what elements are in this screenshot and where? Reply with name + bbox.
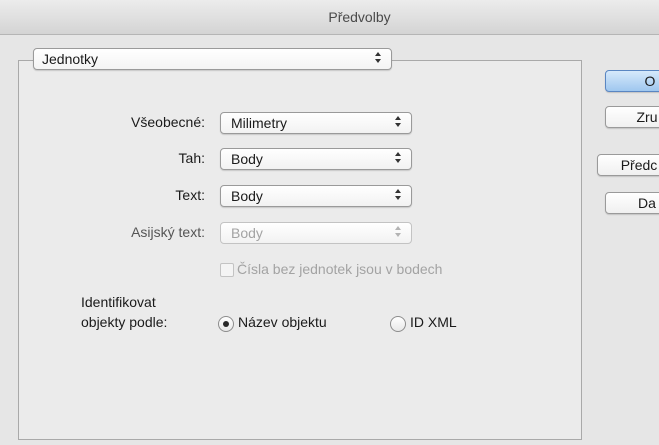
title-bar[interactable]: Předvolby bbox=[0, 0, 659, 35]
popup-arrows-icon bbox=[394, 114, 402, 130]
next-button-label: Da bbox=[638, 195, 656, 211]
stroke-units-value: Body bbox=[231, 151, 263, 167]
ok-button[interactable]: O bbox=[605, 70, 659, 92]
radio-object-name[interactable] bbox=[218, 316, 234, 332]
previous-button[interactable]: Předc bbox=[597, 154, 659, 176]
next-button[interactable]: Da bbox=[605, 192, 659, 214]
asian-text-units-popup[interactable]: Body bbox=[220, 222, 412, 244]
identify-label-line2: objekty podle: bbox=[81, 314, 168, 330]
radio-xml-id-label: ID XML bbox=[410, 314, 457, 330]
ok-button-label: O bbox=[644, 73, 656, 89]
stroke-units-label: Tah: bbox=[178, 150, 205, 166]
general-units-label: Všeobecné: bbox=[131, 114, 205, 130]
unitless-points-checkbox[interactable] bbox=[220, 263, 234, 277]
previous-button-label: Předc bbox=[620, 157, 658, 173]
asian-text-units-value: Body bbox=[231, 225, 263, 241]
cancel-button-label: Zru bbox=[636, 109, 658, 125]
text-units-value: Body bbox=[231, 188, 263, 204]
popup-arrows-icon bbox=[394, 224, 402, 240]
asian-text-units-label: Asijský text: bbox=[131, 224, 205, 240]
radio-xml-id[interactable] bbox=[390, 316, 406, 332]
popup-arrows-icon bbox=[394, 150, 402, 166]
popup-arrows-icon bbox=[394, 187, 402, 203]
cancel-button[interactable]: Zru bbox=[605, 106, 659, 128]
section-popup[interactable]: Jednotky bbox=[33, 48, 392, 70]
stroke-units-popup[interactable]: Body bbox=[220, 148, 412, 170]
general-units-value: Milimetry bbox=[231, 115, 287, 131]
popup-arrows-icon bbox=[374, 50, 382, 66]
window-title: Předvolby bbox=[328, 9, 391, 25]
text-units-popup[interactable]: Body bbox=[220, 185, 412, 207]
identify-label-line1: Identifikovat bbox=[81, 294, 156, 310]
radio-object-name-label: Název objektu bbox=[238, 314, 327, 330]
section-popup-value: Jednotky bbox=[42, 51, 99, 67]
unitless-points-label: Čísla bez jednotek jsou v bodech bbox=[237, 261, 443, 277]
general-units-popup[interactable]: Milimetry bbox=[220, 112, 412, 134]
text-units-label: Text: bbox=[175, 187, 205, 203]
preferences-window: Předvolby Jednotky Všeobecné: Milimetry … bbox=[0, 0, 659, 445]
